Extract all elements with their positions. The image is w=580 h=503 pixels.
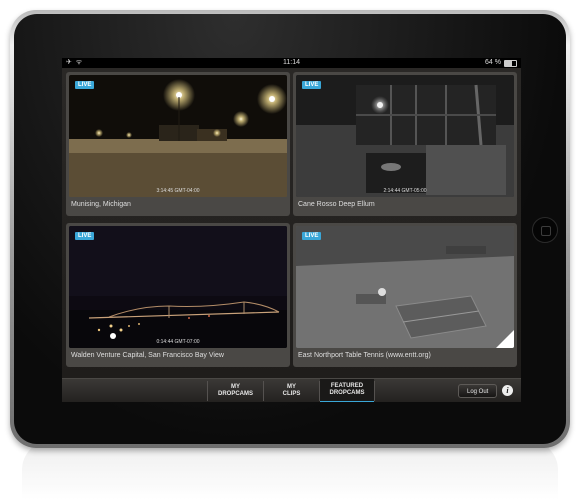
tab-label-line2: CLIPS — [282, 391, 301, 397]
tab-label-line2: DROPCAMS — [217, 391, 253, 397]
status-time: 11:14 — [283, 59, 300, 66]
camera-tile-munising[interactable]: LIVE 3:14:45 GMT-04:00 Munising, Michiga… — [66, 72, 290, 216]
battery-fill — [505, 60, 513, 66]
tab-label-line1: FEATURED — [330, 383, 364, 389]
home-button[interactable] — [532, 217, 558, 243]
live-badge: LIVE — [302, 81, 322, 89]
tab-bar: MY DROPCAMS MY CLIPS FEATURED DROPCAMS Log … — [62, 378, 521, 402]
camera-name: Walden Venture Capital, San Francisco Ba… — [71, 352, 224, 359]
logout-button[interactable]: Log Out — [458, 384, 498, 398]
tab-my-clips[interactable]: MY CLIPS — [264, 379, 319, 402]
tab-my-dropcams[interactable]: MY DROPCAMS — [208, 379, 263, 402]
status-bar: ✈ ᯤ 11:14 64 % — [62, 58, 521, 68]
live-badge: LIVE — [75, 232, 95, 240]
camera-feed-image[interactable]: LIVE — [296, 226, 514, 348]
camera-timestamp: 0:14:44 GMT-07:00 — [156, 339, 200, 345]
tab-label-line2: DROPCAMS — [329, 390, 365, 396]
tab-divider — [374, 381, 375, 401]
live-badge: LIVE — [302, 232, 322, 240]
camera-name: Munising, Michigan — [71, 201, 131, 208]
camera-timestamp: 2:14:44 GMT-05:00 — [383, 188, 427, 194]
tab-label-line1: MY — [230, 384, 240, 390]
camera-tile-walden[interactable]: LIVE 0:14:44 GMT-07:00 Walden Venture Ca… — [66, 223, 290, 367]
camera-grid: LIVE 3:14:45 GMT-04:00 Munising, Michiga… — [62, 68, 521, 383]
camera-name: Cane Rosso Deep Ellum — [298, 201, 375, 208]
info-icon[interactable]: i — [502, 385, 513, 396]
battery-text: 64 % — [485, 59, 501, 66]
camera-tile-cane-rosso[interactable]: LIVE 2:14:44 GMT-05:00 Cane Rosso Deep E… — [293, 72, 517, 216]
camera-name: East Northport Table Tennis (www.entt.or… — [298, 352, 431, 359]
status-right: 64 % — [485, 58, 517, 68]
tab-featured-dropcams[interactable]: FEATURED DROPCAMS — [320, 379, 374, 402]
live-badge: LIVE — [75, 81, 95, 89]
home-square-icon — [541, 226, 551, 236]
camera-timestamp: 3:14:45 GMT-04:00 — [156, 188, 200, 194]
camera-feed-image[interactable]: LIVE 0:14:44 GMT-07:00 — [69, 226, 287, 348]
camera-feed-image[interactable]: LIVE 3:14:45 GMT-04:00 — [69, 75, 287, 197]
tab-label-line1: MY — [286, 384, 296, 390]
camera-tile-east-northport[interactable]: LIVE East Northport Table Tennis (www.en… — [293, 223, 517, 367]
device-reflection — [22, 440, 558, 500]
camera-feed-image[interactable]: LIVE 2:14:44 GMT-05:00 — [296, 75, 514, 197]
app-screen: ✈ ᯤ 11:14 64 % LIVE 3:14:45 GMT-04:00 Mu… — [62, 58, 521, 402]
battery-icon — [504, 59, 517, 67]
